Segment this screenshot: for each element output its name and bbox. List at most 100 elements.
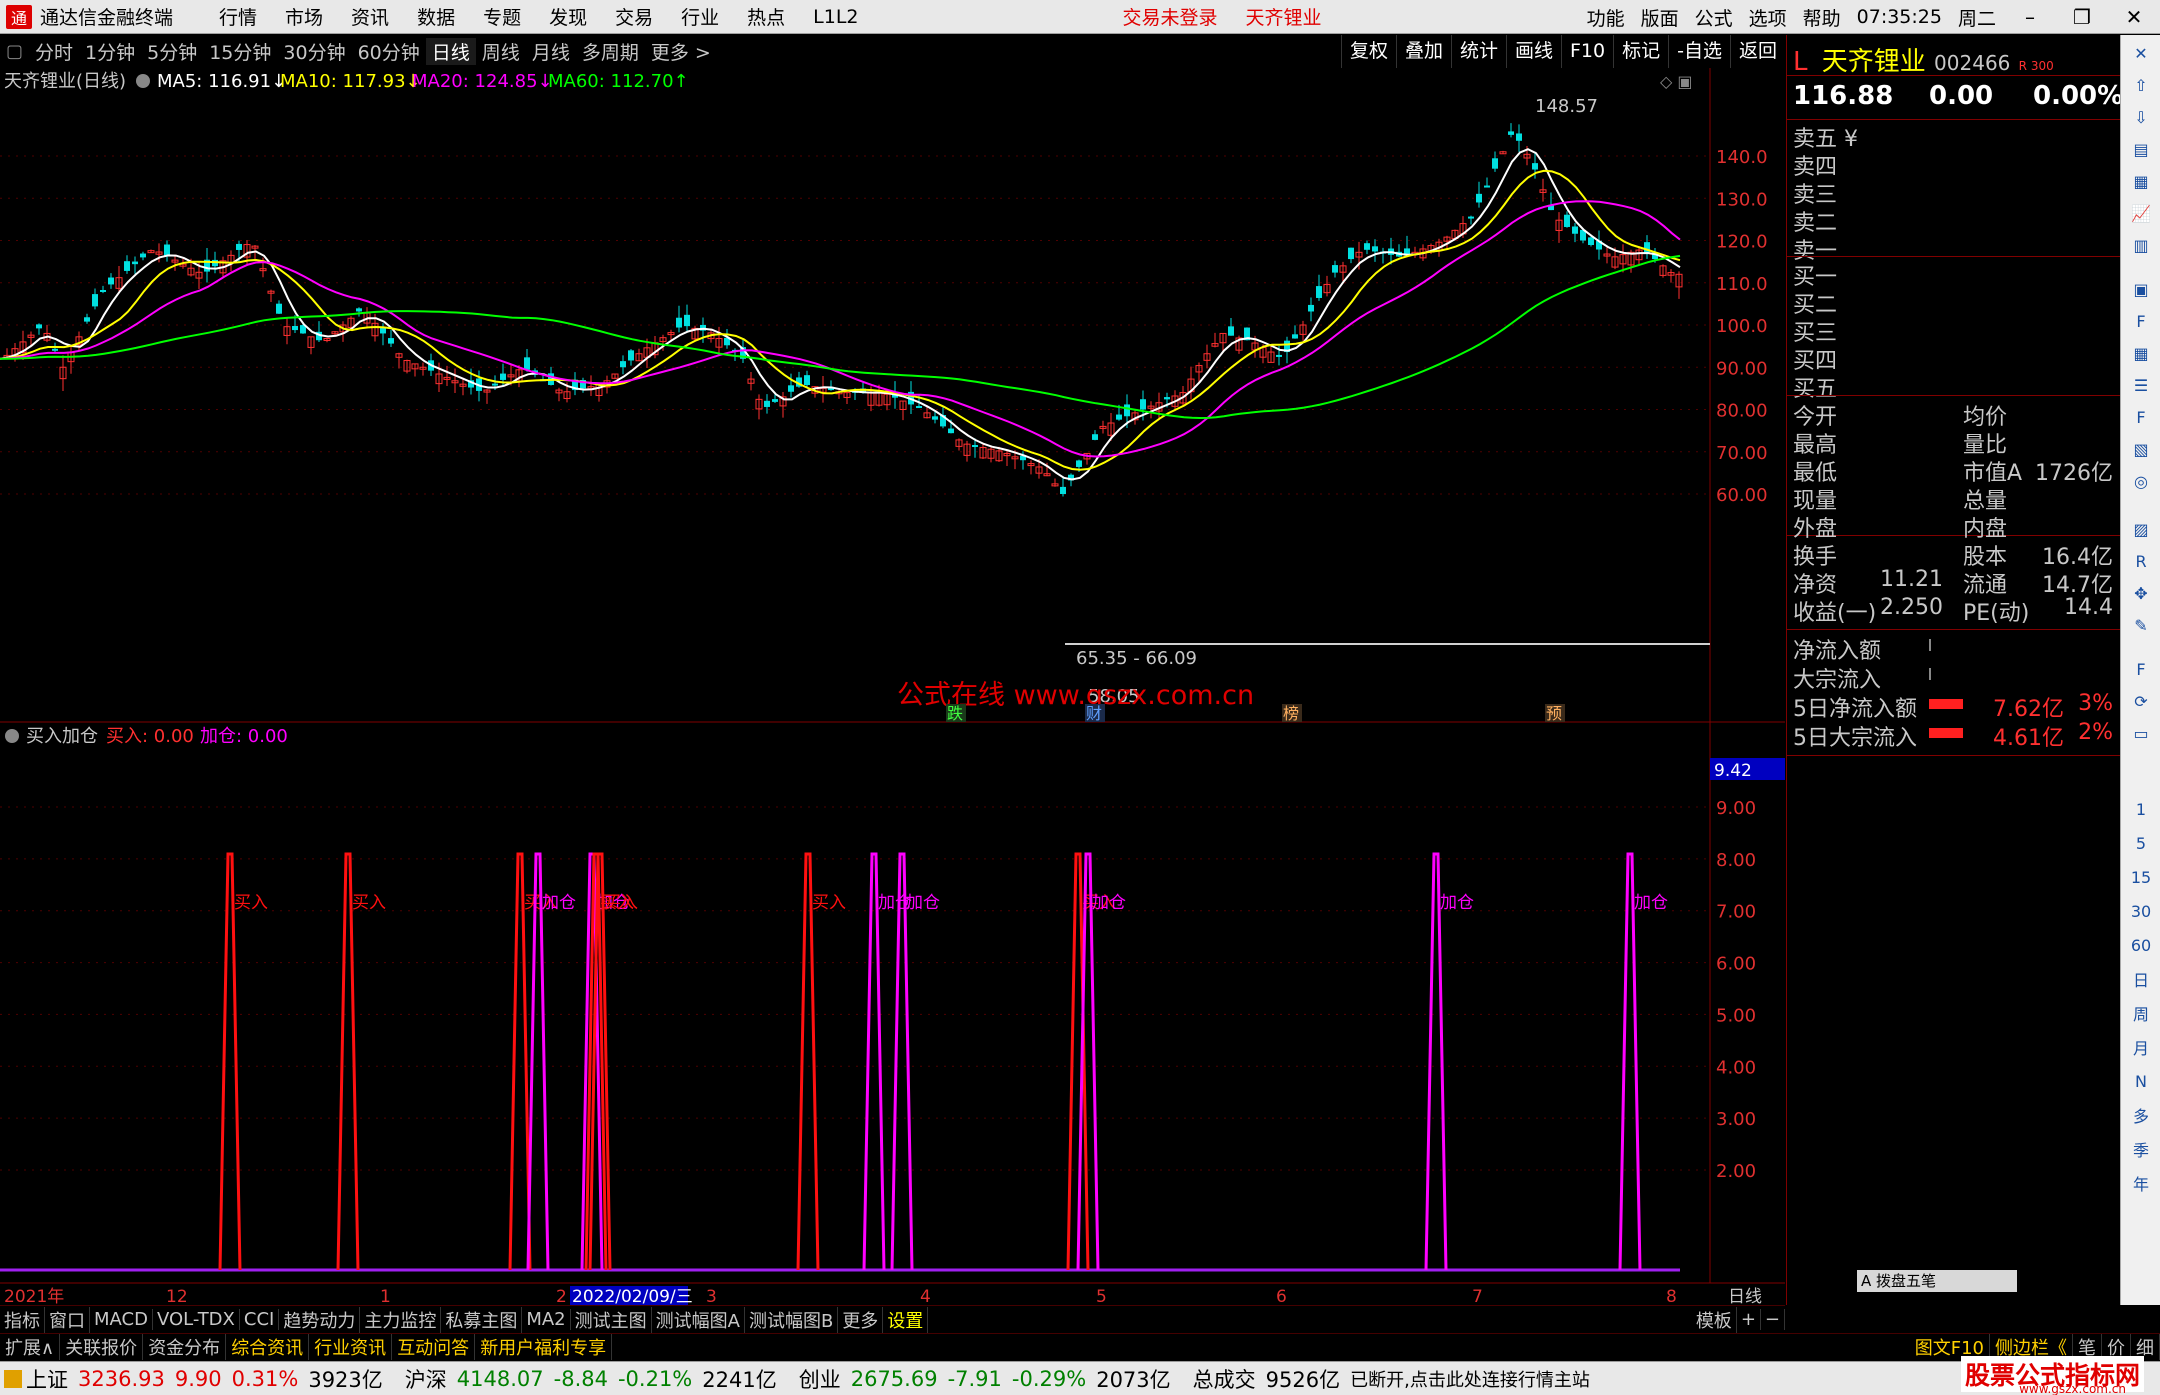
side-tick-icon[interactable]: ▧ (2127, 435, 2155, 463)
indicator-tab-16[interactable]: − (1761, 1309, 1785, 1330)
restore-icon[interactable]: ❐ (2064, 5, 2100, 29)
menu-shuju[interactable]: 数据 (417, 3, 455, 30)
indicator-tab-13[interactable]: 设置 (883, 1306, 929, 1333)
indicator-tab-7[interactable]: 私募主图 (441, 1306, 523, 1333)
indicator-tab-3[interactable]: VOL-TDX (153, 1309, 240, 1330)
tool-zixuan[interactable]: -自选 (1668, 35, 1730, 68)
ext-tab-2[interactable]: 资金分布 (143, 1334, 227, 1360)
side-period-9[interactable]: 多 (2127, 1101, 2155, 1129)
side-pen-icon[interactable]: ✎ (2127, 611, 2155, 639)
ext-tab-4[interactable]: 行业资讯 (309, 1334, 393, 1360)
indicator-tab-9[interactable]: 测试主图 (571, 1306, 652, 1333)
side-period-0[interactable]: 1 (2127, 795, 2155, 823)
menu-gongneng[interactable]: 功能 (1587, 4, 1625, 31)
event-mark-cai[interactable]: 财 (1086, 704, 1102, 723)
indicator-tab-1[interactable]: 窗口 (45, 1306, 90, 1333)
period-daily[interactable]: 日线 (425, 38, 476, 65)
indicator-tab-2[interactable]: MACD (90, 1309, 153, 1330)
side-period-5[interactable]: 日 (2127, 965, 2155, 993)
indicator-tab-10[interactable]: 测试幅图A (652, 1306, 745, 1333)
menu-l1l2[interactable]: L1L2 (813, 6, 858, 28)
side-gear-icon[interactable]: ◎ (2127, 467, 2155, 495)
event-mark-yu[interactable]: 预 (1546, 704, 1562, 723)
side-period-6[interactable]: 周 (2127, 999, 2155, 1027)
side-period-7[interactable]: 月 (2127, 1033, 2155, 1061)
side-f2-icon[interactable]: F (2127, 403, 2155, 431)
indicator-tab-15[interactable]: + (1737, 1309, 1761, 1330)
period-fenshi[interactable]: 分时 (29, 38, 79, 65)
side-list-icon[interactable]: ☰ (2127, 371, 2155, 399)
ext-tab-3[interactable]: 综合资讯 (226, 1334, 310, 1360)
login-status[interactable]: 交易未登录 (1123, 3, 1218, 30)
period-weekly[interactable]: 周线 (476, 38, 526, 65)
menu-faxian[interactable]: 发现 (549, 3, 587, 30)
period-more[interactable]: 更多 > (645, 38, 717, 65)
side-refresh-icon[interactable]: ⟳ (2127, 687, 2155, 715)
diamond-icon[interactable]: ◇ ▣ (1660, 72, 1693, 91)
side-table-icon[interactable]: ▦ (2127, 167, 2155, 195)
indicator-tab-12[interactable]: 更多 (838, 1306, 884, 1333)
side-down-icon[interactable]: ⇩ (2127, 103, 2155, 131)
side-rsi-icon[interactable]: ▨ (2127, 515, 2155, 543)
indicator-tab-4[interactable]: CCI (240, 1309, 280, 1330)
cy-name[interactable]: 创业 (799, 1364, 841, 1394)
side-chart-icon[interactable]: ▤ (2127, 135, 2155, 163)
kline-chart[interactable]: 天齐锂业(日线) MA5: 116.91↓ MA10: 117.93↓ MA20… (0, 68, 1785, 1305)
tool-f10[interactable]: F10 (1561, 35, 1613, 68)
event-mark-bang[interactable]: 榜 (1283, 704, 1299, 723)
menu-redian[interactable]: 热点 (747, 3, 785, 30)
menu-zixun[interactable]: 资讯 (351, 3, 389, 30)
ext-tab-1[interactable]: 关联报价 (60, 1334, 144, 1360)
indicator-tab-5[interactable]: 趋势动力 (279, 1306, 361, 1333)
event-mark-die[interactable]: 跌 (947, 704, 963, 723)
menu-gongshi[interactable]: 公式 (1695, 4, 1733, 31)
side-period-8[interactable]: N (2127, 1067, 2155, 1095)
menu-zhuanti[interactable]: 专题 (483, 3, 521, 30)
tool-diejia[interactable]: 叠加 (1395, 35, 1451, 68)
tool-fuquan[interactable]: 复权 (1340, 35, 1396, 68)
side-period-1[interactable]: 5 (2127, 829, 2155, 857)
side-rsi2-icon[interactable]: R (2127, 547, 2155, 575)
side-kline-icon[interactable]: ▥ (2127, 231, 2155, 259)
period-60min[interactable]: 60分钟 (352, 38, 426, 65)
indicator-tab-0[interactable]: 指标 (0, 1306, 45, 1333)
side-f10-icon[interactable]: F (2127, 307, 2155, 335)
indicator-tab-8[interactable]: MA2 (522, 1309, 571, 1330)
indicator-tab-14[interactable]: 模板 (1692, 1306, 1737, 1333)
menu-jiaoyi[interactable]: 交易 (615, 3, 653, 30)
side-close-icon[interactable]: ✕ (2127, 39, 2155, 67)
minimize-icon[interactable]: – (2012, 5, 2048, 29)
side-period-11[interactable]: 年 (2127, 1169, 2155, 1197)
side-period-4[interactable]: 60 (2127, 931, 2155, 959)
connection-msg[interactable]: 已断开,点击此处连接行情主站 (1350, 1366, 1590, 1392)
tool-fanhui[interactable]: 返回 (1729, 35, 1785, 68)
ext-tab-6[interactable]: 新用户福利专享 (475, 1334, 613, 1360)
sz-name[interactable]: 沪深 (405, 1364, 447, 1394)
menu-hangqing[interactable]: 行情 (219, 3, 257, 30)
side-period-2[interactable]: 15 (2127, 863, 2155, 891)
side-doc-icon[interactable]: ▭ (2127, 719, 2155, 747)
tool-tongji[interactable]: 统计 (1450, 35, 1506, 68)
menu-bangzhu[interactable]: 帮助 (1803, 4, 1841, 31)
period-multi[interactable]: 多周期 (576, 38, 645, 65)
mini-tab-button[interactable]: A 拨盘五笔 (1857, 1270, 2017, 1292)
menu-shichang[interactable]: 市场 (285, 3, 323, 30)
menu-hangye[interactable]: 行业 (681, 3, 719, 30)
indicator-options-icon[interactable] (5, 729, 19, 743)
menu-xuanxiang[interactable]: 选项 (1749, 4, 1787, 31)
side-news-icon[interactable]: ▣ (2127, 275, 2155, 303)
close-icon[interactable]: ✕ (2116, 5, 2152, 29)
tool-huaxian[interactable]: 画线 (1505, 35, 1561, 68)
period-monthly[interactable]: 月线 (526, 38, 576, 65)
side-line-icon[interactable]: 📈 (2127, 199, 2155, 227)
indicator-tab-11[interactable]: 测试幅图B (745, 1306, 839, 1333)
side-period-10[interactable]: 季 (2127, 1135, 2155, 1163)
period-30min[interactable]: 30分钟 (277, 38, 351, 65)
chart-options-icon[interactable] (136, 74, 150, 88)
sh-name[interactable]: 上证 (26, 1364, 68, 1394)
period-5min[interactable]: 5分钟 (141, 38, 203, 65)
collapse-icon[interactable]: ▢ (0, 41, 29, 62)
ext-tab-0[interactable]: 扩展∧ (0, 1334, 61, 1360)
side-period-3[interactable]: 30 (2127, 897, 2155, 925)
ext-tab-5[interactable]: 互动问答 (392, 1334, 476, 1360)
